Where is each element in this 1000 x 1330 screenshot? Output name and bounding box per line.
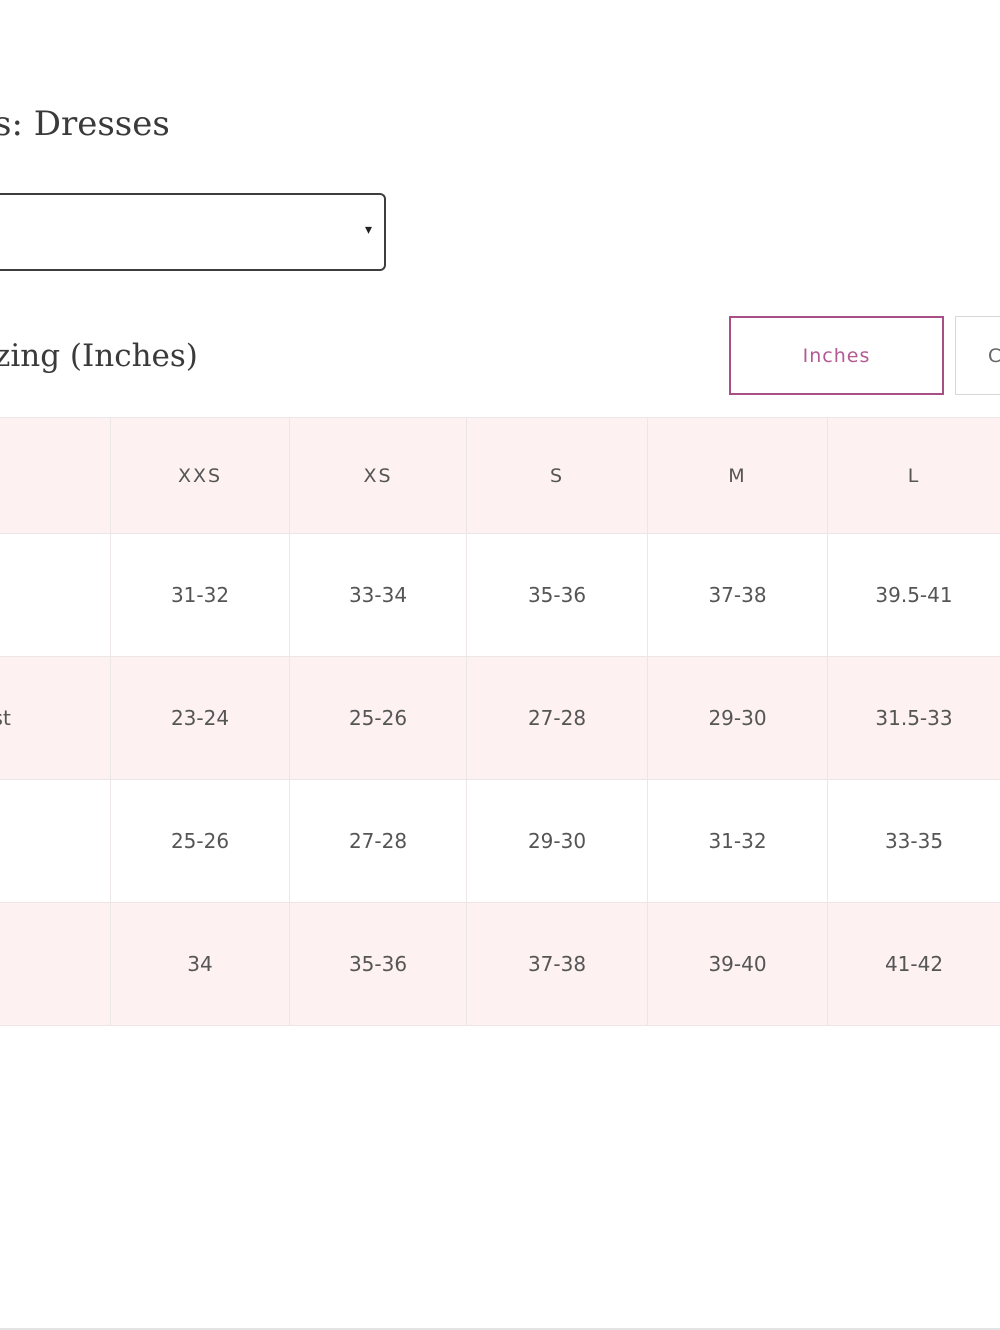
table-header-row: XXS XS S M L xyxy=(0,417,1000,534)
table-cell: 37-38 xyxy=(466,902,648,1026)
row-label xyxy=(0,533,111,657)
table-cell: 25-26 xyxy=(289,656,467,780)
column-header-measurement xyxy=(0,417,111,534)
table-cell: 29-30 xyxy=(647,656,828,780)
size-chart-subtitle: zing (Inches) xyxy=(0,338,198,374)
size-table: XXS XS S M L 31-32 33-34 35-36 37-38 39.… xyxy=(0,417,1000,1026)
table-cell: 31.5-33 xyxy=(827,656,1000,780)
table-cell: 33-34 xyxy=(289,533,467,657)
table-cell: 39.5-41 xyxy=(827,533,1000,657)
table-cell: 23-24 xyxy=(110,656,290,780)
table-cell: 29-30 xyxy=(466,779,648,903)
table-cell: 27-28 xyxy=(289,779,467,903)
table-row: 34 35-36 37-38 39-40 41-42 xyxy=(0,902,1000,1026)
chevron-down-icon: ▾ xyxy=(364,222,372,238)
row-label xyxy=(0,902,111,1026)
column-header-s: S xyxy=(466,417,648,534)
table-cell: 41-42 xyxy=(827,902,1000,1026)
table-row: 25-26 27-28 29-30 31-32 33-35 xyxy=(0,779,1000,903)
table-cell: 35-36 xyxy=(289,902,467,1026)
centimeters-button[interactable]: C xyxy=(955,316,1000,395)
table-cell: 37-38 xyxy=(647,533,828,657)
size-chart-dropdown[interactable]: ▾ xyxy=(0,193,386,271)
table-cell: 31-32 xyxy=(647,779,828,903)
column-header-l: L xyxy=(827,417,1000,534)
table-row: ist 23-24 25-26 27-28 29-30 31.5-33 xyxy=(0,656,1000,780)
table-cell: 39-40 xyxy=(647,902,828,1026)
page-title: s: Dresses xyxy=(0,104,170,144)
table-cell: 31-32 xyxy=(110,533,290,657)
inches-button[interactable]: Inches xyxy=(729,316,944,395)
table-cell: 35-36 xyxy=(466,533,648,657)
table-row: 31-32 33-34 35-36 37-38 39.5-41 xyxy=(0,533,1000,657)
column-header-xxs: XXS xyxy=(110,417,290,534)
table-cell: 33-35 xyxy=(827,779,1000,903)
column-header-xs: XS xyxy=(289,417,467,534)
column-header-m: M xyxy=(647,417,828,534)
table-cell: 25-26 xyxy=(110,779,290,903)
row-label xyxy=(0,779,111,903)
table-cell: 34 xyxy=(110,902,290,1026)
row-label: ist xyxy=(0,656,111,780)
table-cell: 27-28 xyxy=(466,656,648,780)
